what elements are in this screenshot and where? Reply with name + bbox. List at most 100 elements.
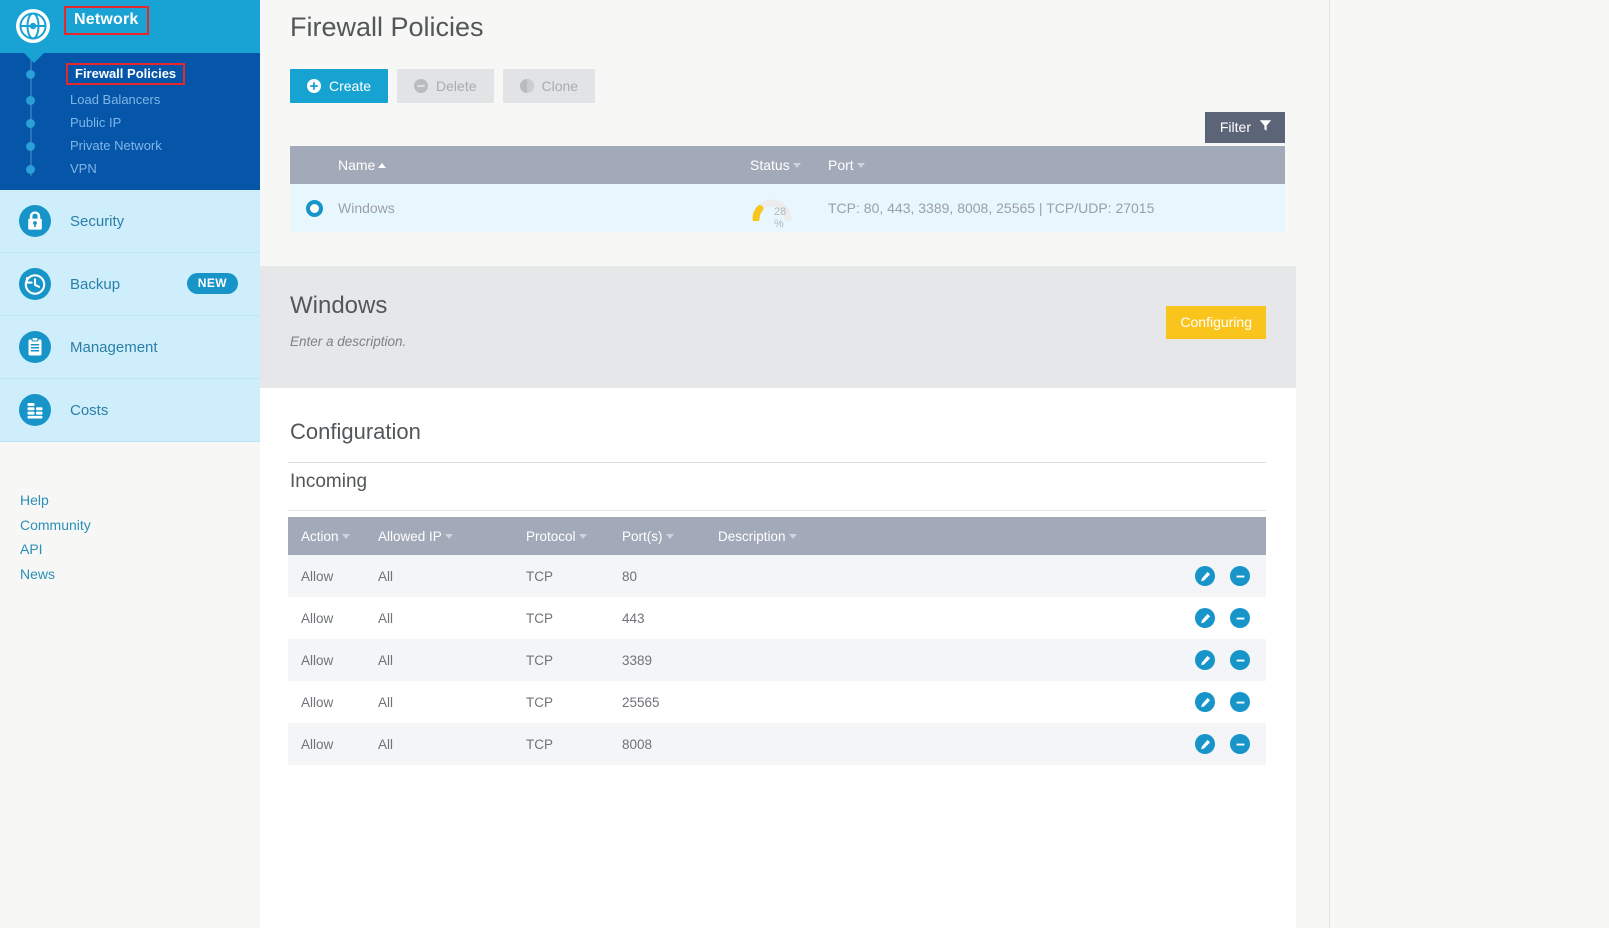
configuration-title: Configuration (290, 419, 421, 445)
column-header-description[interactable]: Description (718, 529, 1266, 544)
rule-action: Allow (288, 569, 378, 584)
rules-table-body: Allow All TCP 80 Allow All TCP 4 (288, 555, 1266, 765)
sidebar-item-label: Management (70, 339, 158, 356)
column-header-port[interactable]: Port (828, 157, 1285, 173)
rule-port: 8008 (622, 737, 718, 752)
status-badge: Configuring (1166, 306, 1266, 339)
sidebar-item-security[interactable]: Security (0, 190, 260, 253)
chevron-down-icon (857, 163, 865, 168)
column-header-name[interactable]: Name (290, 157, 750, 173)
sidebar-item-vpn[interactable]: VPN (0, 157, 260, 180)
rule-protocol: TCP (526, 695, 622, 710)
delete-button[interactable]: Delete (397, 69, 493, 103)
filter-button[interactable]: Filter (1205, 112, 1285, 143)
sidebar-item-private-network[interactable]: Private Network (0, 134, 260, 157)
chevron-down-icon (445, 534, 453, 539)
rule-port: 25565 (622, 695, 718, 710)
policy-status-gauge: 28 % (750, 195, 828, 221)
column-header-ports[interactable]: Port(s) (622, 529, 718, 544)
edit-rule-button[interactable] (1195, 608, 1215, 628)
delete-rule-button[interactable] (1230, 608, 1250, 628)
incoming-title: Incoming (290, 471, 367, 493)
app-root: Network Firewall Policies Load Balancers… (0, 0, 1609, 928)
status-badge-new: NEW (187, 273, 238, 294)
filter-button-label: Filter (1220, 119, 1251, 135)
divider (288, 510, 1266, 511)
column-header-action[interactable]: Action (288, 529, 378, 544)
rule-allowed-ip: All (378, 695, 526, 710)
delete-button-label: Delete (436, 78, 476, 94)
clone-button[interactable]: Clone (503, 69, 596, 103)
sidebar-item-public-ip[interactable]: Public IP (0, 111, 260, 134)
sidebar-network-label: Network (64, 6, 149, 35)
delete-rule-button[interactable] (1230, 734, 1250, 754)
chevron-down-icon (579, 534, 587, 539)
clipboard-icon (18, 330, 52, 364)
policy-toolbar: Create Delete Clone (290, 69, 595, 103)
edit-rule-button[interactable] (1195, 650, 1215, 670)
link-api[interactable]: API (20, 537, 91, 562)
sidebar-item-firewall-policies[interactable]: Firewall Policies (0, 59, 260, 88)
table-row[interactable]: Allow All TCP 443 (288, 597, 1266, 639)
rule-port: 3389 (622, 653, 718, 668)
column-header-status[interactable]: Status (750, 157, 828, 173)
rules-table-header: Action Allowed IP Protocol Port(s) Descr… (288, 517, 1266, 555)
rule-allowed-ip: All (378, 653, 526, 668)
policies-table: Name Status Port Windows (290, 146, 1285, 232)
table-row[interactable]: Allow All TCP 80 (288, 555, 1266, 597)
table-row[interactable]: Allow All TCP 25565 (288, 681, 1266, 723)
rule-port: 80 (622, 569, 718, 584)
clock-icon (18, 267, 52, 301)
chevron-down-icon (793, 163, 801, 168)
rule-protocol: TCP (526, 611, 622, 626)
rule-action: Allow (288, 737, 378, 752)
delete-rule-button[interactable] (1230, 692, 1250, 712)
sidebar-item-management[interactable]: Management (0, 316, 260, 379)
policies-table-header: Name Status Port (290, 146, 1285, 184)
chevron-down-icon (789, 534, 797, 539)
page-title: Firewall Policies (290, 12, 484, 43)
column-header-protocol[interactable]: Protocol (526, 529, 622, 544)
policy-name: Windows (338, 200, 750, 216)
rule-allowed-ip: All (378, 737, 526, 752)
delete-rule-button[interactable] (1230, 566, 1250, 586)
sidebar-subitem-label: Private Network (70, 138, 162, 153)
link-help[interactable]: Help (20, 488, 91, 513)
sidebar-item-costs[interactable]: Costs (0, 379, 260, 442)
plus-circle-icon (307, 79, 321, 93)
column-header-allowed-ip[interactable]: Allowed IP (378, 529, 526, 544)
table-row[interactable]: Allow All TCP 3389 (288, 639, 1266, 681)
rule-allowed-ip: All (378, 569, 526, 584)
edit-rule-button[interactable] (1195, 566, 1215, 586)
edit-rule-button[interactable] (1195, 734, 1215, 754)
radio-selected-icon (306, 200, 323, 217)
rule-action: Allow (288, 611, 378, 626)
delete-rule-button[interactable] (1230, 650, 1250, 670)
policy-ports: TCP: 80, 443, 3389, 8008, 25565 | TCP/UD… (828, 200, 1285, 216)
table-row[interactable]: Windows 28 % TCP: 80, 443, 3389, 8008, 2… (290, 184, 1285, 232)
table-row[interactable]: Allow All TCP 8008 (288, 723, 1266, 765)
row-select-radio[interactable] (290, 200, 338, 217)
gauge-icon: 28 % (750, 195, 794, 221)
edit-rule-button[interactable] (1195, 692, 1215, 712)
rule-port: 443 (622, 611, 718, 626)
link-news[interactable]: News (20, 562, 91, 587)
rule-protocol: TCP (526, 653, 622, 668)
lock-icon (18, 204, 52, 238)
sidebar-item-network[interactable]: Network (0, 0, 260, 53)
bullet-icon (26, 70, 35, 79)
create-button[interactable]: Create (290, 69, 388, 103)
link-community[interactable]: Community (20, 513, 91, 538)
rule-protocol: TCP (526, 569, 622, 584)
bullet-icon (26, 96, 35, 105)
policy-detail-description[interactable]: Enter a description. (290, 334, 406, 349)
bullet-icon (26, 165, 35, 174)
minus-circle-icon (414, 79, 428, 93)
column-header-allowed-ip-label: Allowed IP (378, 529, 442, 544)
sidebar-item-backup[interactable]: Backup NEW (0, 253, 260, 316)
globe-icon (14, 7, 52, 45)
column-header-status-label: Status (750, 157, 790, 173)
sidebar-item-load-balancers[interactable]: Load Balancers (0, 88, 260, 111)
right-empty-area (1330, 0, 1609, 928)
clone-button-label: Clone (542, 78, 579, 94)
